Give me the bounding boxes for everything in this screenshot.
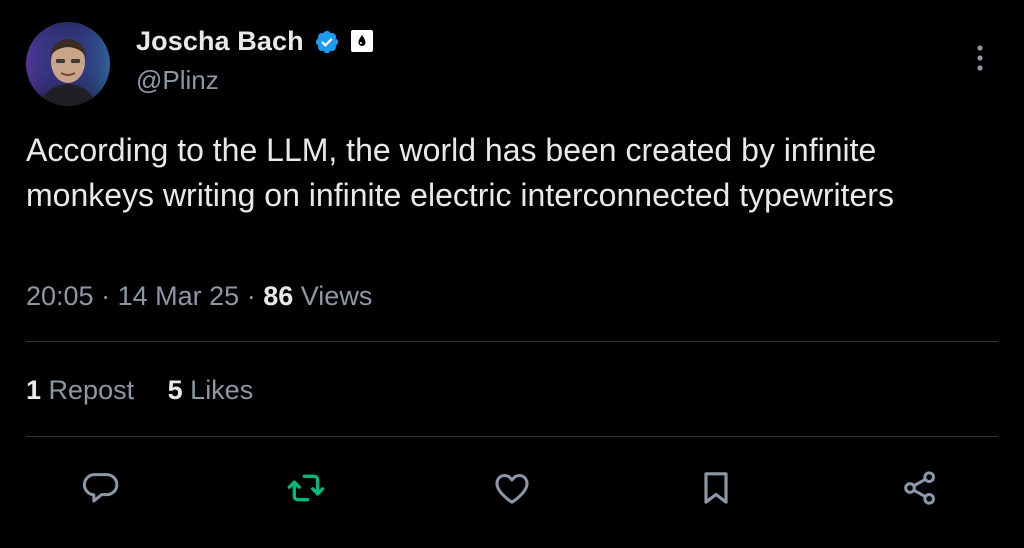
engagement-stats: 1 Repost 5 Likes [26, 375, 279, 406]
tweet-header: Joscha Bach @Plinz [26, 22, 998, 112]
reposts-label: Repost [48, 375, 135, 405]
bookmark-icon [696, 468, 736, 513]
meta-separator: · [101, 281, 111, 311]
tweet-time[interactable]: 20:05 [26, 281, 94, 311]
likes-stat[interactable]: 5 Likes [168, 375, 254, 405]
divider [26, 341, 998, 342]
name-row: Joscha Bach [136, 26, 376, 57]
repost-button[interactable] [282, 466, 330, 514]
likes-count: 5 [167, 375, 183, 405]
likes-label: Likes [190, 375, 254, 405]
tweet-meta: 20:05 · 14 Mar 25 · 86 Views [26, 281, 372, 312]
reply-button[interactable] [77, 466, 125, 514]
more-options-icon[interactable] [962, 40, 998, 76]
repost-icon [286, 468, 326, 513]
display-name[interactable]: Joscha Bach [136, 26, 304, 57]
views-label: Views [300, 281, 373, 311]
meta-separator: · [246, 281, 256, 311]
reposts-count: 1 [26, 375, 42, 405]
tweet-date[interactable]: 14 Mar 25 [118, 281, 240, 311]
heart-icon [492, 468, 532, 513]
tweet-text: According to the LLM, the world has been… [26, 132, 894, 213]
avatar[interactable] [26, 22, 110, 106]
verified-badge-icon [314, 29, 340, 55]
divider [26, 436, 998, 437]
bookmark-button[interactable] [692, 466, 740, 514]
like-button[interactable] [488, 466, 536, 514]
reply-icon [81, 468, 121, 513]
share-button[interactable] [896, 466, 944, 514]
share-icon [900, 468, 940, 513]
views-count: 86 [263, 281, 294, 311]
user-handle[interactable]: @Plinz [136, 65, 219, 96]
tweet-detail: Joscha Bach @Plinz According to the LLM,… [0, 0, 1024, 548]
action-bar [0, 466, 1024, 514]
affiliate-badge-icon[interactable] [350, 29, 376, 55]
reposts-stat[interactable]: 1 Repost [26, 375, 142, 405]
